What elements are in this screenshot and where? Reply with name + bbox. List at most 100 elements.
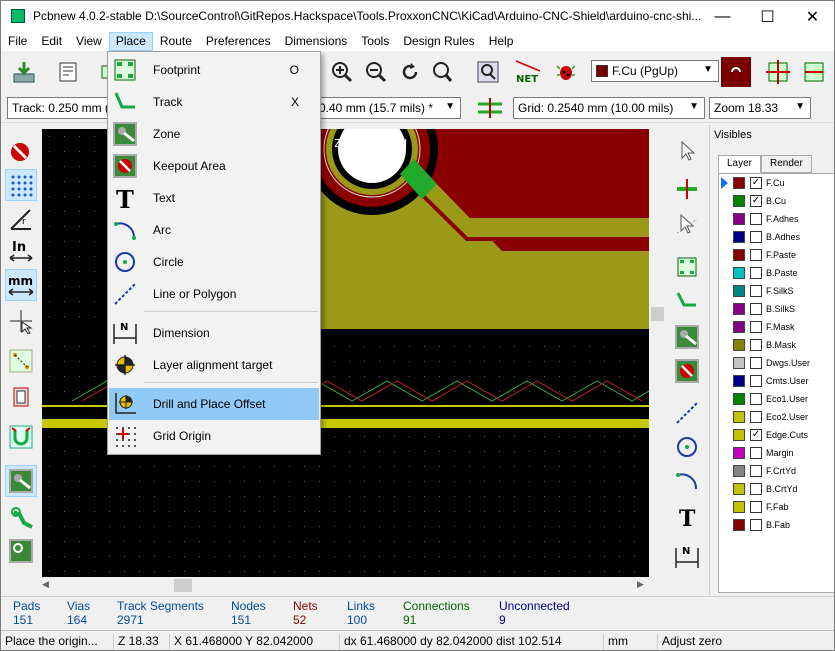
inch-units-icon[interactable]: In xyxy=(5,235,37,267)
layer-visibility-checkbox[interactable] xyxy=(750,519,762,531)
layer-color-swatch[interactable] xyxy=(733,429,745,441)
layer-color-swatch[interactable] xyxy=(733,393,745,405)
select-arrow-icon[interactable] xyxy=(671,135,703,167)
zoom-select[interactable]: Zoom 18.33 ▼ xyxy=(709,97,811,119)
minimize-button[interactable]: — xyxy=(700,1,745,32)
layer-color-swatch[interactable] xyxy=(733,213,745,225)
place-menu-item-circle[interactable]: Circle xyxy=(109,246,319,278)
layer-select[interactable]: F.Cu (PgUp) ▼ xyxy=(591,60,719,82)
polar-coords-icon[interactable]: r xyxy=(5,203,37,235)
layer-color-swatch[interactable] xyxy=(733,357,745,369)
layer-visibility-checkbox[interactable] xyxy=(750,375,762,387)
add-arc-icon[interactable] xyxy=(671,465,703,497)
layer-visibility-checkbox[interactable] xyxy=(750,249,762,261)
via-size-select[interactable]: 0.40 mm (15.7 mils) * ▼ xyxy=(315,97,461,119)
save-board-icon[interactable] xyxy=(9,57,39,87)
layer-row[interactable]: B.Paste xyxy=(719,264,834,282)
scroll-left-arrow-icon[interactable]: ◀ xyxy=(42,579,54,592)
menu-preferences[interactable]: Preferences xyxy=(199,32,278,51)
redraw-icon[interactable] xyxy=(395,57,425,87)
place-menu-item-drill-and-place-offset[interactable]: Drill and Place Offset xyxy=(109,388,319,420)
horizontal-scroll-thumb[interactable] xyxy=(174,579,192,592)
layer-row[interactable]: Cmts.User xyxy=(719,372,834,390)
layer-color-swatch[interactable] xyxy=(733,195,745,207)
auto-delete-track-icon[interactable] xyxy=(5,421,37,453)
scroll-right-arrow-icon[interactable]: ▶ xyxy=(637,579,649,592)
show-ratsnest-icon[interactable] xyxy=(5,345,37,377)
layer-row[interactable]: F.Fab xyxy=(719,498,834,516)
layer-row[interactable]: ✓ B.Cu xyxy=(719,192,834,210)
menu-design-rules[interactable]: Design Rules xyxy=(396,32,481,51)
menu-file[interactable]: File xyxy=(1,32,34,51)
add-footprint-icon[interactable] xyxy=(671,251,703,283)
add-keepout-icon[interactable] xyxy=(671,355,703,387)
page-settings-icon[interactable] xyxy=(53,57,83,87)
netlist-icon[interactable]: NET xyxy=(513,57,543,87)
layer-visibility-checkbox[interactable] xyxy=(750,303,762,315)
layer-row[interactable]: ✓ F.Cu xyxy=(719,174,834,192)
layer-color-swatch[interactable] xyxy=(733,339,745,351)
menu-edit[interactable]: Edit xyxy=(34,32,69,51)
place-menu-item-footprint[interactable]: Footprint O xyxy=(109,54,319,86)
drc-bug-icon[interactable] xyxy=(551,57,581,87)
layer-visibility-checkbox[interactable] xyxy=(750,231,762,243)
menu-view[interactable]: View xyxy=(69,32,109,51)
layer-row[interactable]: ✓ Edge.Cuts xyxy=(719,426,834,444)
layer-visibility-checkbox[interactable] xyxy=(750,483,762,495)
menu-help[interactable]: Help xyxy=(482,32,521,51)
vertical-scrollbar[interactable] xyxy=(649,129,666,577)
layer-color-swatch[interactable] xyxy=(733,249,745,261)
add-zone-icon[interactable] xyxy=(671,321,703,353)
layer-color-swatch[interactable] xyxy=(733,375,745,387)
local-ratsnest-icon[interactable] xyxy=(671,209,703,241)
zone-outline-icon[interactable] xyxy=(5,501,37,533)
cursor-shape-icon[interactable] xyxy=(5,305,37,337)
add-line-icon[interactable] xyxy=(671,397,703,429)
tab-layer[interactable]: Layer xyxy=(718,155,762,173)
layer-row[interactable]: B.CrtYd xyxy=(719,480,834,498)
layer-row[interactable]: Eco1.User xyxy=(719,390,834,408)
zoom-in-icon[interactable] xyxy=(327,57,357,87)
drc-off-icon[interactable] xyxy=(5,135,37,167)
place-menu-item-arc[interactable]: Arc xyxy=(109,214,319,246)
grid-toggle-icon[interactable] xyxy=(5,169,37,201)
add-circle-icon[interactable] xyxy=(671,431,703,463)
mm-units-icon[interactable]: mm xyxy=(5,269,37,301)
layer-pair-icon[interactable] xyxy=(721,57,751,87)
layer-row[interactable]: F.CrtYd xyxy=(719,462,834,480)
add-track-icon[interactable] xyxy=(671,285,703,317)
layer-visibility-checkbox[interactable] xyxy=(750,465,762,477)
layer-row[interactable]: B.Adhes xyxy=(719,228,834,246)
place-menu-item-text[interactable]: T Text xyxy=(109,182,319,214)
layer-row[interactable]: F.Adhes xyxy=(719,210,834,228)
place-menu-item-grid-origin[interactable]: Grid Origin xyxy=(109,420,319,452)
layer-visibility-checkbox[interactable] xyxy=(750,321,762,333)
place-menu-item-keepout-area[interactable]: Keepout Area xyxy=(109,150,319,182)
layer-color-swatch[interactable] xyxy=(733,411,745,423)
layer-visibility-checkbox[interactable]: ✓ xyxy=(750,195,762,207)
layer-visibility-checkbox[interactable]: ✓ xyxy=(750,429,762,441)
layer-color-swatch[interactable] xyxy=(733,465,745,477)
layer-color-swatch[interactable] xyxy=(733,321,745,333)
auto-track-width-icon[interactable] xyxy=(475,93,505,123)
menu-place[interactable]: Place xyxy=(108,32,153,51)
horizontal-scrollbar[interactable]: ◀ ▶ xyxy=(42,577,649,594)
layer-row[interactable]: F.Paste xyxy=(719,246,834,264)
layer-visibility-checkbox[interactable] xyxy=(750,447,762,459)
layer-row[interactable]: B.SilkS xyxy=(719,300,834,318)
layer-color-swatch[interactable] xyxy=(733,483,745,495)
zoom-out-icon[interactable] xyxy=(361,57,391,87)
layer-visibility-checkbox[interactable] xyxy=(750,501,762,513)
layer-color-swatch[interactable] xyxy=(733,303,745,315)
menu-dimensions[interactable]: Dimensions xyxy=(278,32,355,51)
close-button[interactable]: ✕ xyxy=(790,1,834,32)
tab-render[interactable]: Render xyxy=(761,155,812,173)
layer-visibility-checkbox[interactable] xyxy=(750,267,762,279)
layer-color-swatch[interactable] xyxy=(733,501,745,513)
grid-select[interactable]: Grid: 0.2540 mm (10.00 mils) ▼ xyxy=(513,97,705,119)
zone-sketch-icon[interactable] xyxy=(5,535,37,567)
maximize-button[interactable]: ☐ xyxy=(745,1,790,32)
layer-visibility-checkbox[interactable] xyxy=(750,213,762,225)
layer-row[interactable]: B.Fab xyxy=(719,516,834,534)
autoroute-icon[interactable] xyxy=(799,57,829,87)
